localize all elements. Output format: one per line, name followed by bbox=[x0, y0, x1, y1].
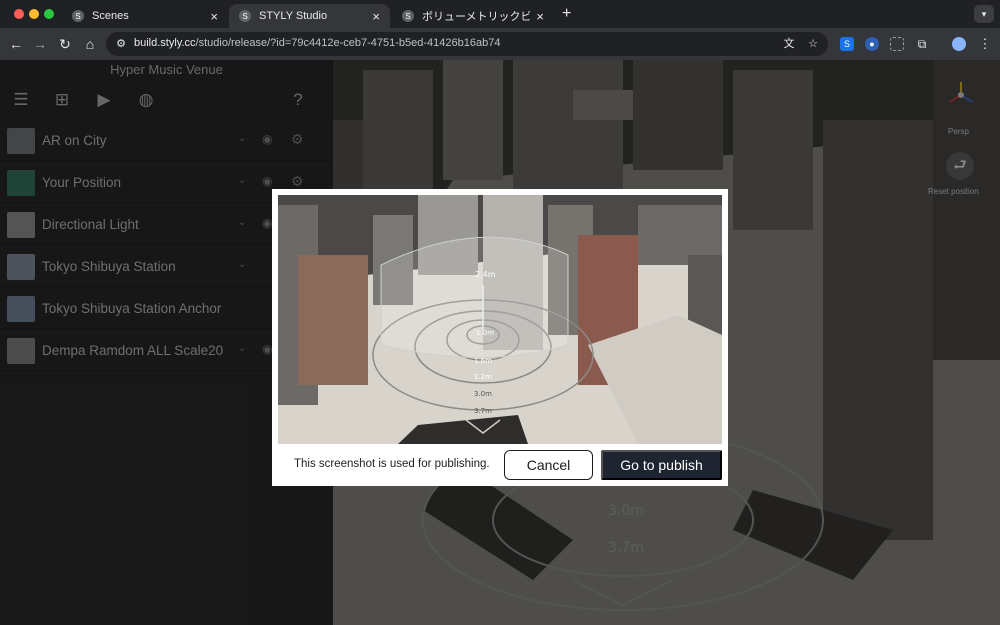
url-path: /studio/release/?id=79c4412e-ceb7-4751-b… bbox=[195, 37, 501, 49]
tab-styly-studio[interactable]: S STYLY Studio × bbox=[229, 4, 390, 28]
bookmark-star-icon[interactable]: ☆ bbox=[806, 37, 820, 51]
distance-label: 2.4m bbox=[475, 270, 496, 279]
tab-label: Scenes bbox=[92, 10, 129, 22]
publish-screenshot-dialog: 2.4m 1.0m 1.6m 2.2m 3.0m 3.7m This scree… bbox=[272, 189, 728, 486]
url-text[interactable]: build.styly.cc/studio/release/?id=79c441… bbox=[134, 37, 500, 49]
chrome-extension-icon[interactable]: ● bbox=[865, 37, 879, 51]
profile-avatar[interactable] bbox=[952, 37, 966, 51]
screenshot-preview: 2.4m 1.0m 1.6m 2.2m 3.0m 3.7m bbox=[278, 195, 722, 444]
styly-icon: S bbox=[402, 10, 414, 22]
distance-label: 1.0m bbox=[476, 329, 494, 337]
tab-label: STYLY Studio bbox=[259, 10, 328, 22]
studio-viewport: 3.0m 3.7m Hyper Music Venue ☰ ⊞ ▶ ◍ ? AR… bbox=[0, 60, 1000, 625]
site-info-icon[interactable]: ⚙ bbox=[114, 37, 128, 51]
styly-icon: S bbox=[72, 10, 84, 22]
minimize-window-button[interactable] bbox=[29, 9, 39, 19]
new-tab-button[interactable]: + bbox=[562, 6, 571, 22]
close-tab-icon[interactable]: × bbox=[210, 9, 218, 24]
more-menu-icon[interactable]: ⋮ bbox=[978, 37, 992, 51]
home-icon[interactable]: ⌂ bbox=[82, 36, 98, 52]
styly-icon: S bbox=[239, 10, 251, 22]
city-screenshot: 2.4m 1.0m 1.6m 2.2m 3.0m 3.7m bbox=[278, 195, 722, 444]
tab-scenes[interactable]: S Scenes × bbox=[62, 4, 228, 28]
reload-icon[interactable]: ↻ bbox=[57, 36, 73, 52]
distance-label: 2.2m bbox=[474, 373, 492, 381]
address-bar[interactable]: ⚙ build.styly.cc/studio/release/?id=79c4… bbox=[106, 32, 828, 56]
browser-window: S Scenes × S STYLY Studio × S ボリューメトリックビ… bbox=[0, 0, 1000, 625]
close-tab-icon[interactable]: × bbox=[536, 9, 544, 24]
url-host: build.styly.cc bbox=[134, 37, 196, 49]
dialog-message: This screenshot is used for publishing. bbox=[294, 458, 490, 470]
zoom-window-button[interactable] bbox=[44, 9, 54, 19]
close-tab-icon[interactable]: × bbox=[372, 9, 380, 24]
forward-arrow-icon[interactable]: → bbox=[32, 36, 48, 52]
go-to-publish-button[interactable]: Go to publish bbox=[601, 450, 722, 480]
translate-icon[interactable]: 文 bbox=[782, 37, 796, 51]
cancel-button[interactable]: Cancel bbox=[504, 450, 593, 480]
browser-toolbar: ← → ↻ ⌂ ⚙ build.styly.cc/studio/release/… bbox=[0, 28, 1000, 60]
close-window-button[interactable] bbox=[14, 9, 24, 19]
distance-label: 3.7m bbox=[474, 407, 492, 415]
tab-volumetric-video[interactable]: S ボリューメトリックビデオ（4DV × bbox=[392, 4, 554, 28]
screenshot-extension-icon[interactable] bbox=[890, 37, 904, 51]
tab-search-chevron-icon[interactable]: ▾ bbox=[974, 5, 994, 23]
tab-label: ボリューメトリックビデオ（4DV bbox=[422, 11, 531, 23]
distance-label: 3.0m bbox=[474, 390, 492, 398]
distance-label: 1.6m bbox=[474, 357, 492, 365]
styly-extension-icon[interactable]: S bbox=[840, 37, 854, 51]
extensions-puzzle-icon[interactable]: ⧉ bbox=[915, 37, 929, 51]
back-arrow-icon[interactable]: ← bbox=[8, 36, 24, 52]
tab-strip: S Scenes × S STYLY Studio × S ボリューメトリックビ… bbox=[0, 0, 1000, 28]
